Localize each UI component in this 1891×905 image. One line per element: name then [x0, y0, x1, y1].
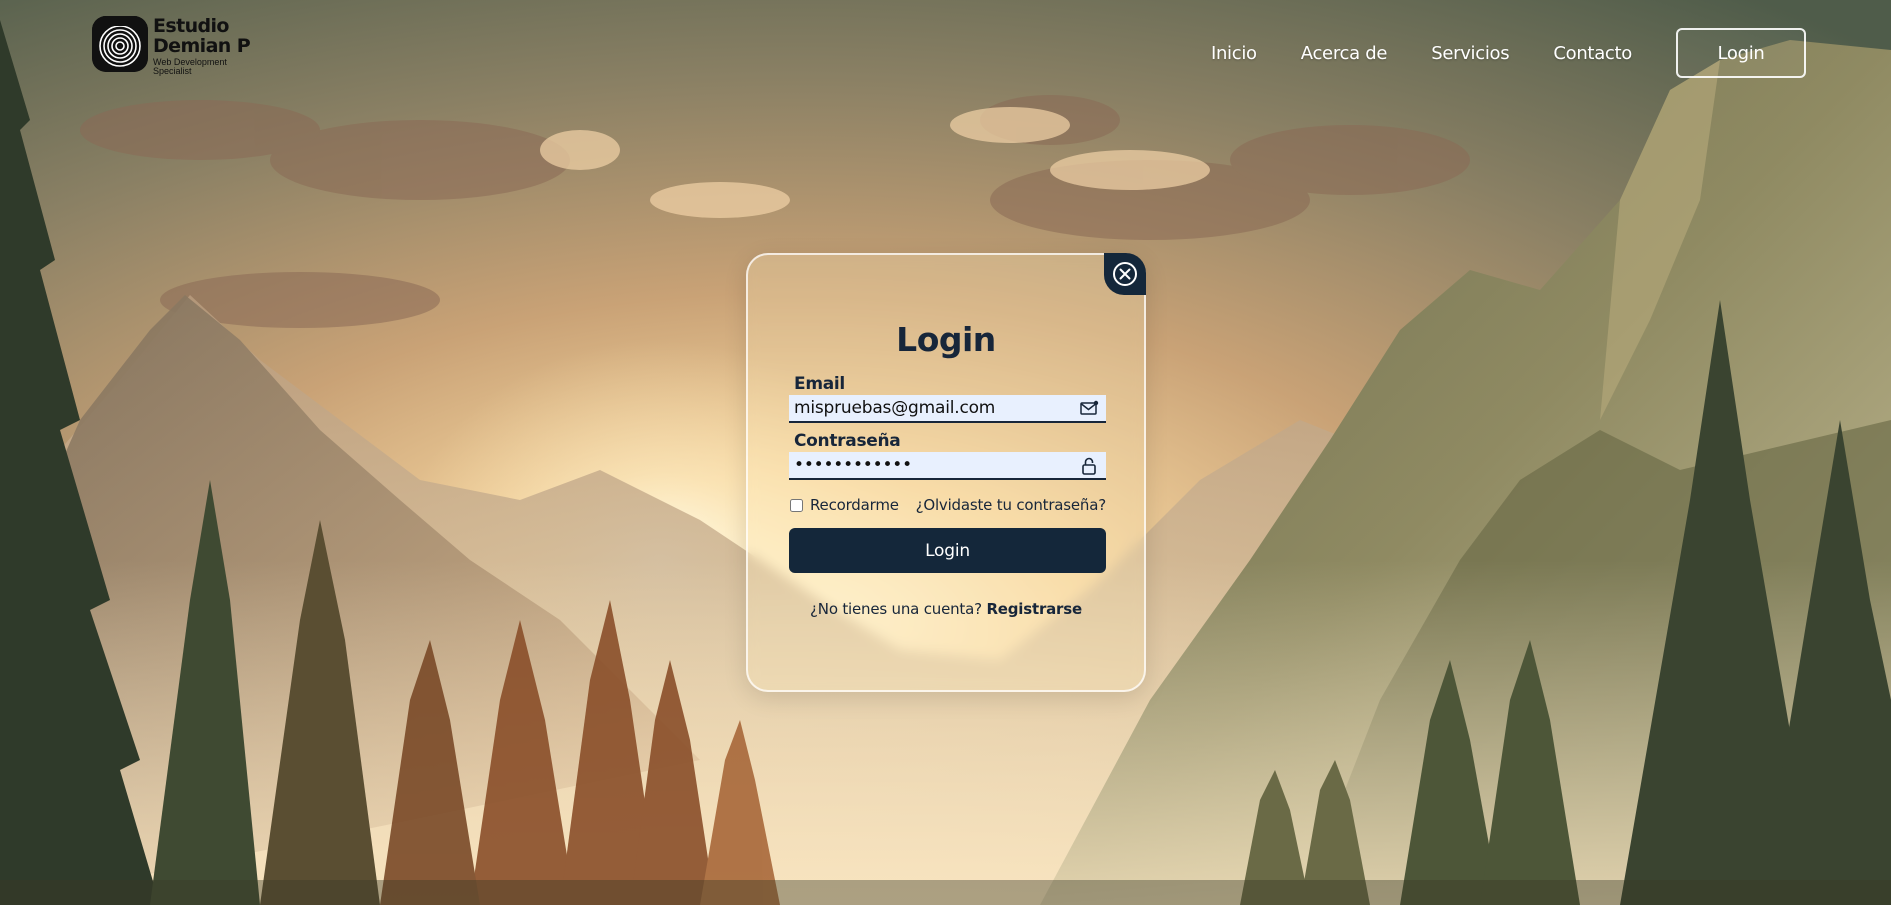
remember-checkbox[interactable]	[790, 498, 803, 512]
site-header: Estudio Demian P Web Development Special…	[0, 0, 1891, 110]
nav-item-servicios[interactable]: Servicios	[1431, 43, 1509, 64]
brand-tagline: Web Development Specialist	[153, 58, 243, 76]
fingerprint-logo-icon	[92, 16, 148, 72]
no-account-text: ¿No tienes una cuenta?	[810, 600, 982, 618]
brand-logo[interactable]: Estudio Demian P Web Development Special…	[92, 16, 263, 76]
modal-title: Login	[896, 320, 996, 359]
nav-item-acerca-de[interactable]: Acerca de	[1301, 43, 1388, 64]
email-label: Email	[794, 374, 845, 394]
register-link[interactable]: Registrarse	[986, 600, 1082, 618]
remember-label[interactable]: Recordarme	[810, 496, 899, 514]
mail-icon	[1079, 399, 1099, 419]
brand-text: Estudio Demian P Web Development Special…	[153, 16, 263, 76]
brand-name-line2: Demian P	[153, 35, 251, 57]
lock-icon	[1079, 456, 1099, 476]
login-submit-button[interactable]: Login	[789, 528, 1106, 573]
email-field[interactable]	[789, 395, 1106, 423]
brand-name-line1: Estudio	[153, 15, 229, 37]
remember-row: Recordarme ¿Olvidaste tu contraseña?	[789, 494, 1106, 516]
email-input[interactable]	[789, 395, 1069, 421]
register-prompt: ¿No tienes una cuenta? Registrarse	[748, 600, 1144, 618]
brand-tagline-line2: Specialist	[153, 66, 192, 76]
close-button[interactable]	[1104, 253, 1146, 295]
nav-item-contacto[interactable]: Contacto	[1553, 43, 1632, 64]
password-input[interactable]	[789, 452, 1069, 478]
forgot-password-link[interactable]: ¿Olvidaste tu contraseña?	[916, 496, 1107, 514]
login-modal: Login Email Contraseña Recordarme ¿Olvid…	[746, 253, 1146, 692]
main-nav: Inicio Acerca de Servicios Contacto Logi…	[1211, 28, 1891, 78]
close-circle-icon	[1113, 262, 1137, 286]
nav-item-inicio[interactable]: Inicio	[1211, 43, 1257, 64]
brand-name: Estudio Demian P	[153, 16, 263, 56]
password-label: Contraseña	[794, 431, 901, 451]
header-login-button[interactable]: Login	[1676, 28, 1806, 78]
password-field[interactable]	[789, 452, 1106, 480]
